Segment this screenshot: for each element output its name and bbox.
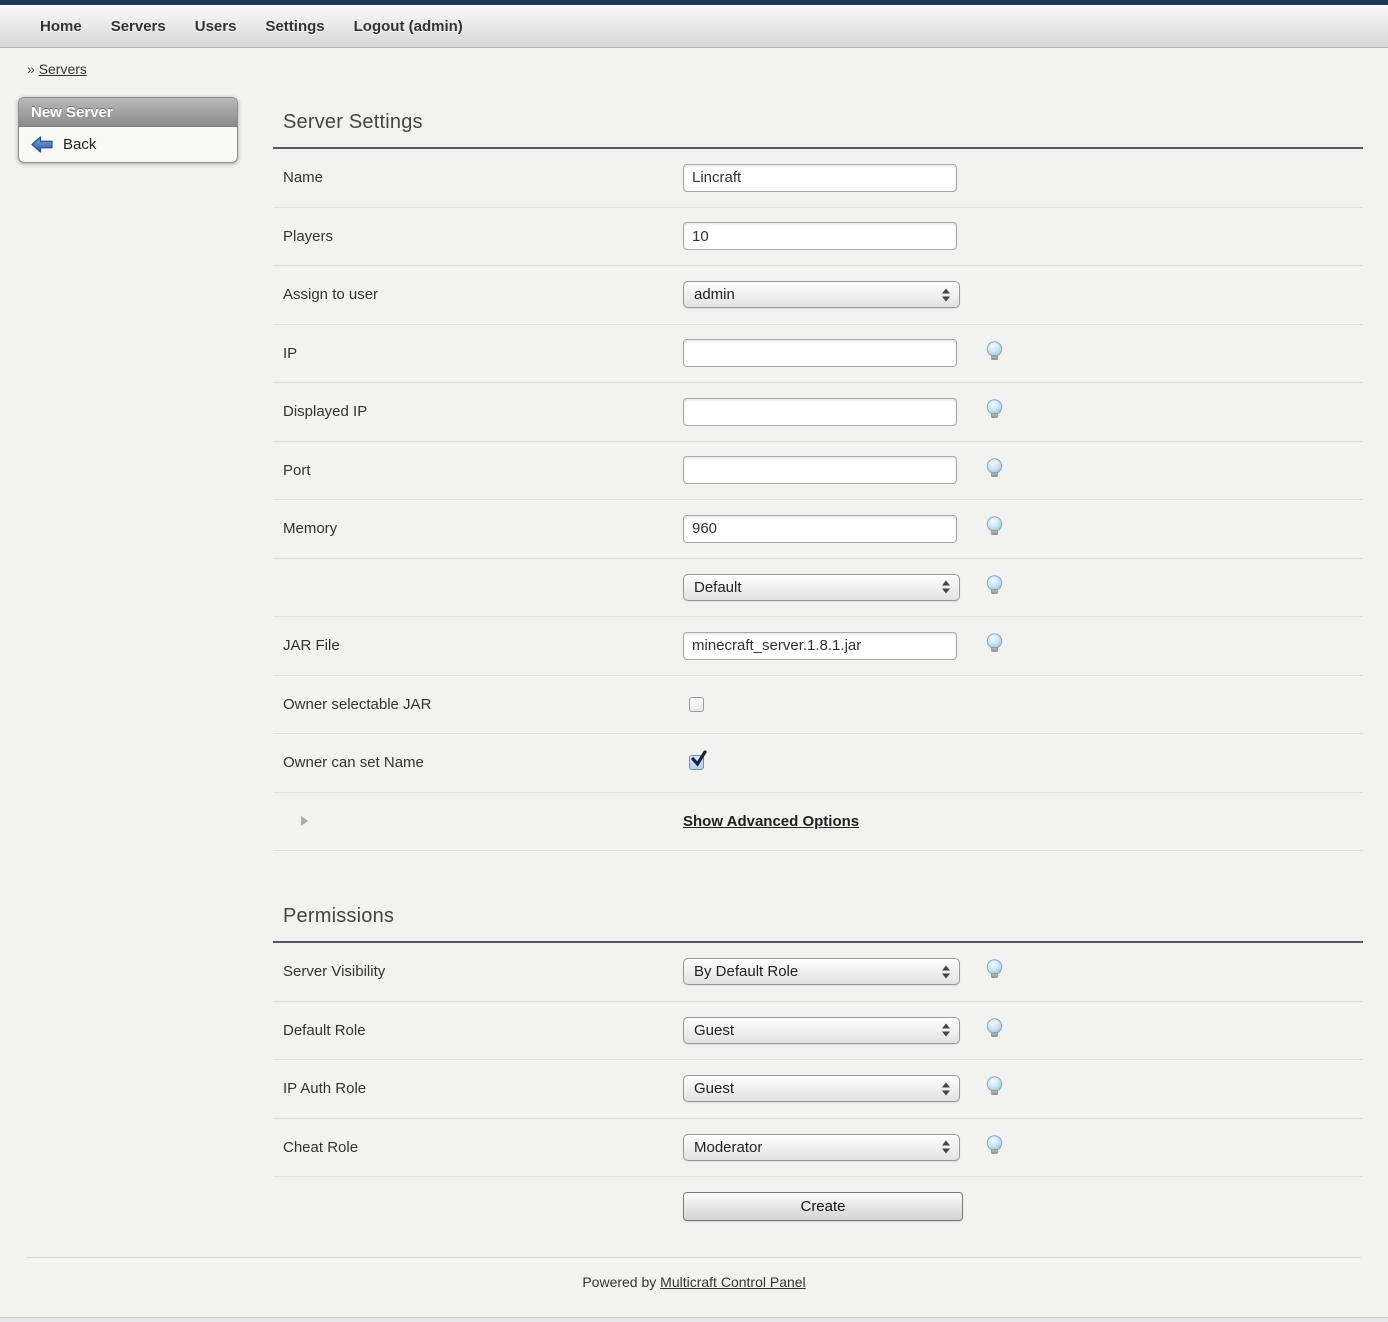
memory-label: Memory <box>273 520 683 537</box>
server-visibility-value: By Default Role <box>694 963 798 980</box>
select-stepper-icon <box>942 581 950 594</box>
nav-item-logout[interactable]: Logout (admin) <box>354 18 463 35</box>
form-row-ip-auth-role: IP Auth Role Guest <box>273 1060 1363 1119</box>
breadcrumb: » Servers <box>27 61 1388 77</box>
server-visibility-help-bulb-icon[interactable] <box>985 959 1004 984</box>
nav-item-servers[interactable]: Servers <box>111 18 166 35</box>
jar-type-value: Default <box>694 579 742 596</box>
form-row-players: Players <box>273 208 1363 267</box>
jar-file-help-bulb-icon[interactable] <box>985 633 1004 658</box>
owner-can-set-name-label: Owner can set Name <box>273 754 683 771</box>
owner-selectable-jar-checkbox[interactable] <box>689 697 704 712</box>
footer-divider <box>27 1257 1361 1258</box>
port-label: Port <box>273 462 683 479</box>
select-stepper-icon <box>942 288 950 301</box>
form-row-owner-can-set-name: Owner can set Name <box>273 734 1363 793</box>
ip-input[interactable] <box>683 339 957 367</box>
new-server-panel: New Server Back <box>18 97 238 163</box>
server-visibility-select[interactable]: By Default Role <box>683 958 960 985</box>
form-row-port: Port <box>273 442 1363 501</box>
footer: Powered by Multicraft Control Panel <box>0 1274 1388 1290</box>
main-content: Server Settings Name Players Assign to u… <box>273 97 1363 1236</box>
jar-type-help-bulb-icon[interactable] <box>985 575 1004 600</box>
server-settings-section-head: Server Settings <box>273 97 1363 149</box>
ip-auth-role-label: IP Auth Role <box>273 1080 683 1097</box>
default-role-help-bulb-icon[interactable] <box>985 1018 1004 1043</box>
main-nav: Home Servers Users Settings Logout (admi… <box>0 5 1388 48</box>
checkmark-icon <box>690 750 707 774</box>
form-row-create: Create <box>273 1177 1363 1236</box>
select-stepper-icon <box>942 1141 950 1154</box>
default-role-value: Guest <box>694 1022 734 1039</box>
footer-multicraft-link[interactable]: Multicraft Control Panel <box>660 1274 806 1290</box>
form-row-name: Name <box>273 149 1363 208</box>
create-button[interactable]: Create <box>683 1192 963 1221</box>
memory-help-bulb-icon[interactable] <box>985 516 1004 541</box>
jar-file-input[interactable] <box>683 632 957 660</box>
owner-can-set-name-checkbox[interactable] <box>689 755 704 770</box>
nav-item-home[interactable]: Home <box>40 18 82 35</box>
permissions-section-head: Permissions <box>273 891 1363 943</box>
name-input[interactable] <box>683 164 957 192</box>
back-label: Back <box>63 136 96 153</box>
cheat-role-select[interactable]: Moderator <box>683 1134 960 1161</box>
form-row-default-role: Default Role Guest <box>273 1002 1363 1061</box>
jar-file-label: JAR File <box>273 637 683 654</box>
displayed-ip-help-bulb-icon[interactable] <box>985 399 1004 424</box>
form-row-jar-type: Default <box>273 559 1363 618</box>
form-row-server-visibility: Server Visibility By Default Role <box>273 943 1363 1002</box>
server-settings-title: Server Settings <box>283 111 1363 134</box>
cheat-role-label: Cheat Role <box>273 1139 683 1156</box>
default-role-label: Default Role <box>273 1022 683 1039</box>
disclosure-triangle-icon[interactable] <box>301 816 308 826</box>
permissions-title: Permissions <box>283 905 1363 928</box>
players-input[interactable] <box>683 222 957 250</box>
server-visibility-label: Server Visibility <box>273 963 683 980</box>
select-stepper-icon <box>942 1082 950 1095</box>
footer-powered-by-text: Powered by <box>582 1274 660 1290</box>
port-input[interactable] <box>683 456 957 484</box>
ip-label: IP <box>273 345 683 362</box>
port-help-bulb-icon[interactable] <box>985 458 1004 483</box>
assign-to-user-label: Assign to user <box>273 286 683 303</box>
name-label: Name <box>273 169 683 186</box>
form-row-memory: Memory <box>273 500 1363 559</box>
form-row-ip: IP <box>273 325 1363 384</box>
players-label: Players <box>273 228 683 245</box>
back-arrow-icon <box>31 136 53 153</box>
nav-item-users[interactable]: Users <box>195 18 237 35</box>
cheat-role-help-bulb-icon[interactable] <box>985 1135 1004 1160</box>
form-row-jar-file: JAR File <box>273 617 1363 676</box>
form-row-displayed-ip: Displayed IP <box>273 383 1363 442</box>
show-advanced-options-link[interactable]: Show Advanced Options <box>683 813 859 830</box>
breadcrumb-link-servers[interactable]: Servers <box>39 61 87 77</box>
select-stepper-icon <box>942 1024 950 1037</box>
ip-help-bulb-icon[interactable] <box>985 341 1004 366</box>
ip-auth-role-value: Guest <box>694 1080 734 1097</box>
form-row-cheat-role: Cheat Role Moderator <box>273 1119 1363 1178</box>
displayed-ip-label: Displayed IP <box>273 403 683 420</box>
assign-to-user-select[interactable]: admin <box>683 281 960 308</box>
displayed-ip-input[interactable] <box>683 398 957 426</box>
select-stepper-icon <box>942 965 950 978</box>
owner-selectable-jar-label: Owner selectable JAR <box>273 696 683 713</box>
breadcrumb-marker: » <box>27 61 35 77</box>
assign-to-user-value: admin <box>694 286 735 303</box>
form-row-assign-to-user: Assign to user admin <box>273 266 1363 325</box>
nav-item-settings[interactable]: Settings <box>265 18 324 35</box>
panel-title: New Server <box>19 98 237 127</box>
ip-auth-role-help-bulb-icon[interactable] <box>985 1076 1004 1101</box>
form-row-advanced-options: Show Advanced Options <box>273 793 1363 852</box>
jar-type-select[interactable]: Default <box>683 574 960 601</box>
back-button[interactable]: Back <box>31 136 96 153</box>
bottom-strip <box>0 1317 1388 1322</box>
ip-auth-role-select[interactable]: Guest <box>683 1075 960 1102</box>
default-role-select[interactable]: Guest <box>683 1017 960 1044</box>
memory-input[interactable] <box>683 515 957 543</box>
form-row-owner-selectable-jar: Owner selectable JAR <box>273 676 1363 735</box>
cheat-role-value: Moderator <box>694 1139 762 1156</box>
